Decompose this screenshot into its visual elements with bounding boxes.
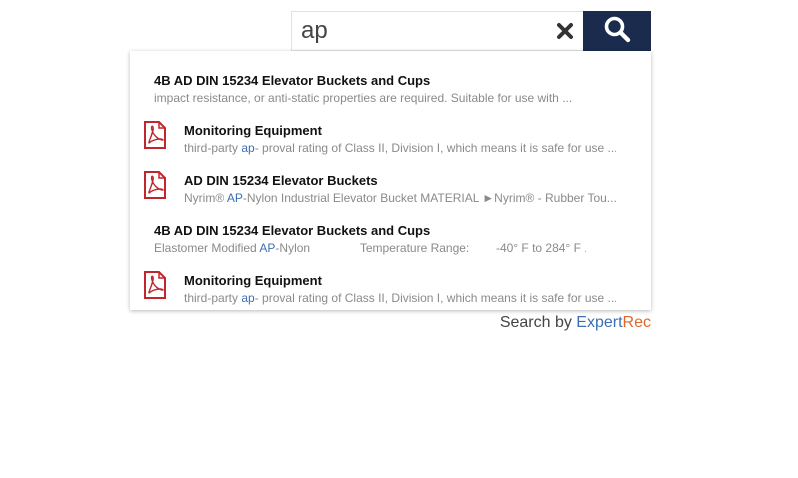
close-icon[interactable] (555, 21, 575, 41)
result-title: Monitoring Equipment (184, 123, 322, 138)
snippet-text: Elastomer Modified (154, 241, 260, 255)
result-snippet: third-party ap- proval rating of Class I… (184, 141, 616, 155)
snippet-highlight: AP (226, 191, 243, 205)
autocomplete-dropdown: 4B AD DIN 15234 Elevator Buckets and Cup… (130, 51, 651, 310)
search-input[interactable] (292, 12, 542, 50)
snippet-text: third-party (184, 141, 242, 155)
search-by-credit: Search by ExpertRec (500, 314, 651, 332)
snippet-text: - proval rating of Class II, Division I,… (254, 291, 616, 305)
result-snippet: third-party ap- proval rating of Class I… (184, 291, 616, 305)
result-item[interactable]: 4B AD DIN 15234 Elevator Buckets and Cup… (130, 59, 651, 109)
credit-prefix: Search by (499, 314, 577, 331)
search-input-wrapper (291, 11, 583, 51)
snippet-text: third-party (184, 291, 242, 305)
snippet-text: -Nylon Temperature Range: -40° F to 284°… (275, 241, 586, 255)
snippet-text: Nyrim® (184, 191, 227, 205)
result-snippet: Elastomer Modified AP-Nylon Temperature … (154, 241, 586, 255)
search-button[interactable] (583, 11, 651, 51)
pdf-file-icon (143, 121, 167, 149)
result-title: AD DIN 15234 Elevator Buckets (184, 173, 378, 188)
search-bar (291, 11, 651, 51)
snippet-highlight: ap (241, 141, 255, 155)
magnifier-icon (603, 15, 631, 48)
snippet-text: -Nylon Industrial Elevator Bucket MATERI… (242, 191, 616, 205)
snippet-highlight: ap (241, 291, 255, 305)
snippet-highlight: AP (259, 241, 276, 255)
result-title: Monitoring Equipment (184, 273, 322, 288)
result-title: 4B AD DIN 15234 Elevator Buckets and Cup… (154, 73, 431, 88)
snippet-text: impact resistance, or anti-static proper… (154, 91, 573, 105)
brand-expert[interactable]: Expert (576, 314, 622, 331)
result-item[interactable]: AD DIN 15234 Elevator Buckets Nyrim® AP-… (130, 159, 651, 209)
result-item[interactable]: Monitoring Equipment third-party ap- pro… (130, 109, 651, 159)
result-title: 4B AD DIN 15234 Elevator Buckets and Cup… (154, 223, 431, 238)
brand-rec[interactable]: Rec (623, 314, 651, 331)
pdf-file-icon (143, 171, 167, 199)
result-snippet: impact resistance, or anti-static proper… (154, 91, 586, 105)
result-item[interactable]: 4B AD DIN 15234 Elevator Buckets and Cup… (130, 209, 651, 259)
result-snippet: Nyrim® AP-Nylon Industrial Elevator Buck… (184, 191, 616, 205)
snippet-text: - proval rating of Class II, Division I,… (254, 141, 616, 155)
result-item[interactable]: Monitoring Equipment third-party ap- pro… (130, 259, 651, 309)
pdf-file-icon (143, 271, 167, 299)
